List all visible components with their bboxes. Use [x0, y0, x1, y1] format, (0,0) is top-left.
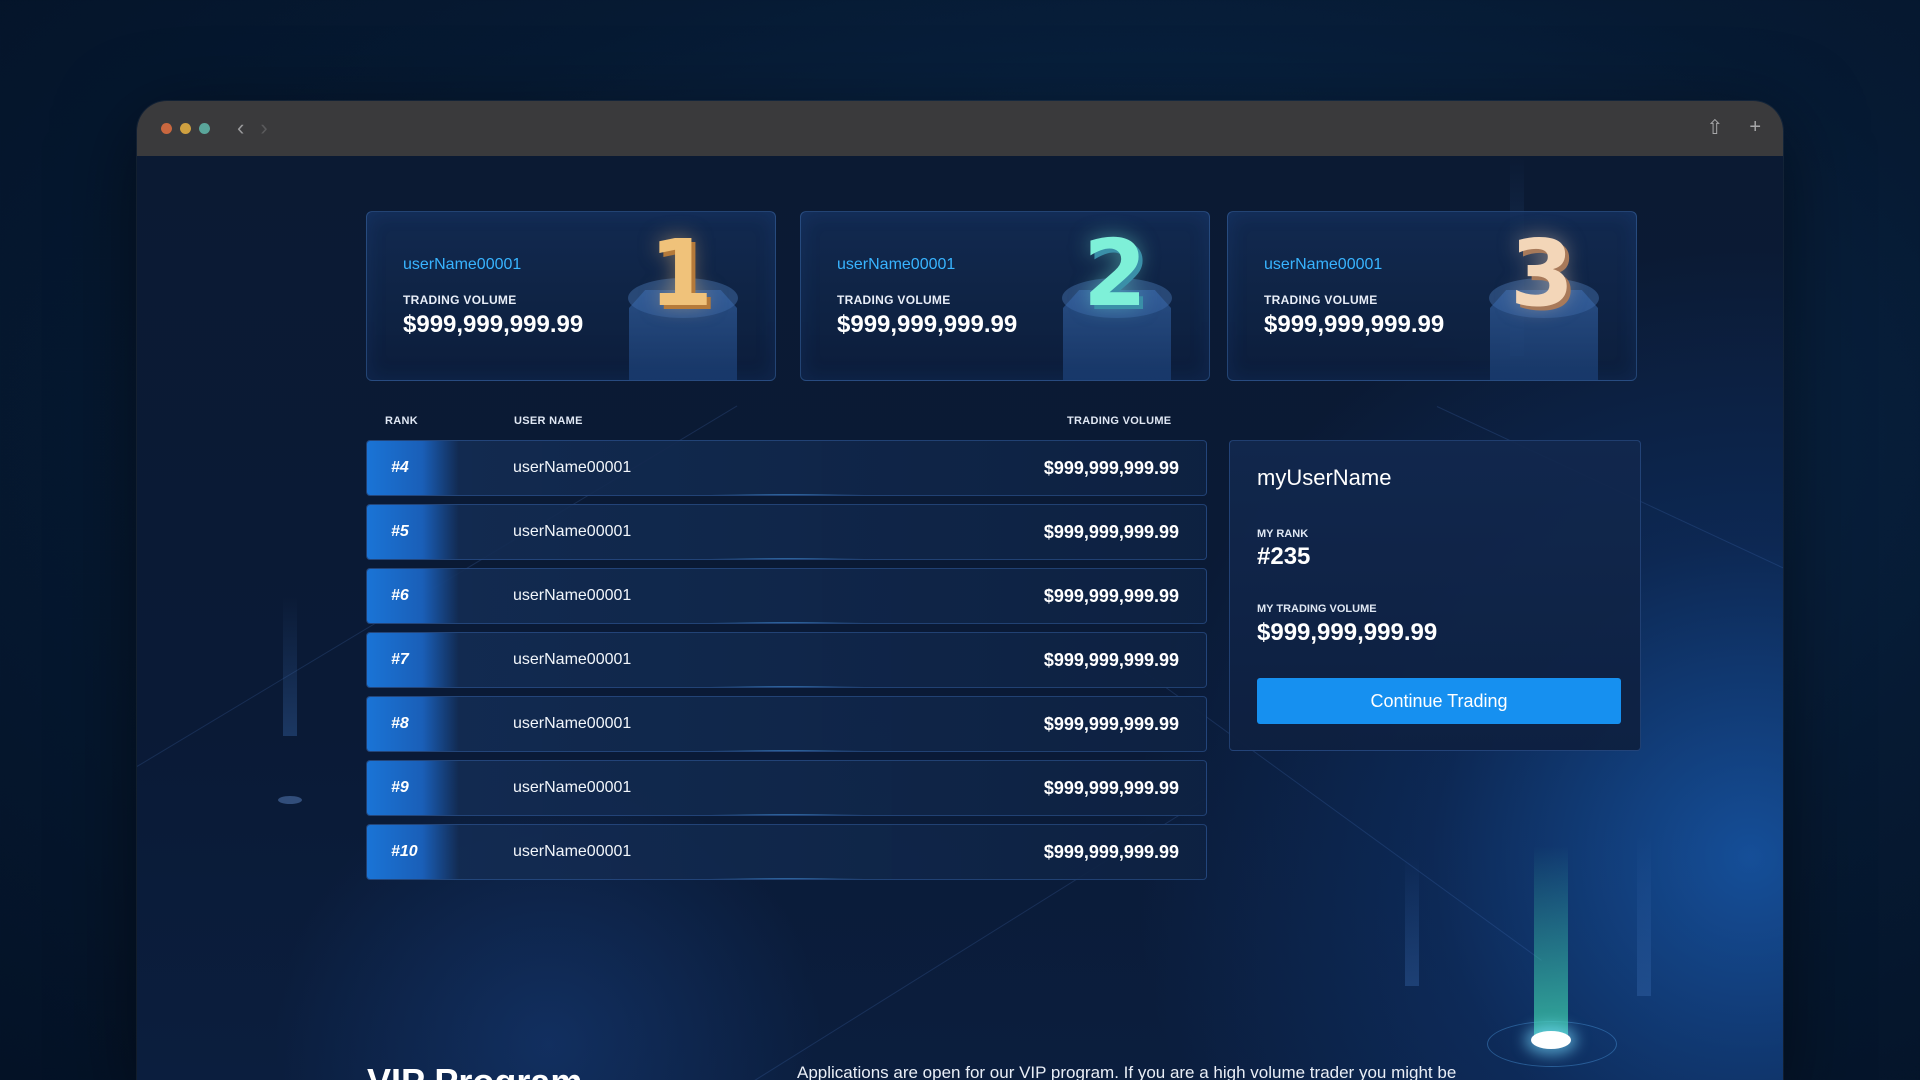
- spotlight: [1531, 1031, 1571, 1049]
- rank-cell: [367, 761, 459, 815]
- leaderboard-row[interactable]: #5 userName00001 $999,999,999.99: [366, 504, 1207, 560]
- leaderboard-row[interactable]: #9 userName00001 $999,999,999.99: [366, 760, 1207, 816]
- row-glow: [706, 814, 867, 815]
- column-header-username: USER NAME: [514, 415, 583, 427]
- forward-icon[interactable]: ›: [260, 116, 267, 140]
- podium-username[interactable]: userName00001: [837, 256, 955, 274]
- rank-cell: [367, 697, 459, 751]
- row-volume: $999,999,999.99: [1043, 586, 1179, 606]
- row-username: userName00001: [513, 779, 632, 796]
- leaderboard-row[interactable]: #7 userName00001 $999,999,999.99: [366, 632, 1207, 688]
- podium-card-2: 2 userName00001 TRADING VOLUME $999,999,…: [800, 211, 1210, 381]
- column-header-rank: RANK: [385, 415, 418, 427]
- spotlight-beam: [1534, 846, 1568, 1036]
- browser-window: ‹ › ⇧ + 1 userName00001 TRADING VOLUME $…: [137, 101, 1783, 1080]
- rank-value: #9: [391, 779, 409, 796]
- row-glow: [706, 686, 867, 687]
- rank-value: #4: [391, 459, 409, 476]
- light-beam: [1637, 836, 1651, 996]
- row-username: userName00001: [513, 843, 632, 860]
- row-username: userName00001: [513, 651, 632, 668]
- page-content: 1 userName00001 TRADING VOLUME $999,999,…: [137, 156, 1783, 1080]
- rank-cell: [367, 441, 459, 495]
- rank-1-numeral: 1: [648, 220, 713, 327]
- row-username: userName00001: [513, 523, 632, 540]
- my-rank-label: MY RANK: [1257, 528, 1309, 540]
- row-glow: [706, 622, 867, 623]
- my-volume-value: $999,999,999.99: [1257, 619, 1438, 646]
- row-username: userName00001: [513, 459, 632, 476]
- row-volume: $999,999,999.99: [1043, 650, 1179, 670]
- share-icon[interactable]: ⇧: [1707, 115, 1724, 140]
- podium-volume-value: $999,999,999.99: [837, 311, 1018, 338]
- rank-value: #8: [391, 715, 409, 732]
- rank-value: #7: [391, 651, 409, 668]
- row-glow: [706, 494, 867, 495]
- rank-cell: [367, 633, 459, 687]
- podium-volume-label: TRADING VOLUME: [403, 293, 517, 307]
- row-glow: [706, 878, 867, 879]
- podium-card-1: 1 userName00001 TRADING VOLUME $999,999,…: [366, 211, 776, 381]
- back-icon[interactable]: ‹: [237, 116, 244, 140]
- new-tab-icon[interactable]: +: [1749, 116, 1761, 139]
- vip-title: VIP Program: [367, 1061, 582, 1080]
- row-volume: $999,999,999.99: [1043, 842, 1179, 862]
- light-beam-base: [278, 796, 302, 804]
- row-volume: $999,999,999.99: [1043, 778, 1179, 798]
- rank-value: #5: [391, 523, 409, 540]
- rank-cell: [367, 505, 459, 559]
- row-glow: [706, 558, 867, 559]
- rank-value: #6: [391, 587, 409, 604]
- podium-username[interactable]: userName00001: [1264, 256, 1382, 274]
- maximize-window-button[interactable]: [199, 123, 210, 134]
- column-header-volume: TRADING VOLUME: [1067, 415, 1172, 427]
- vip-description: Applications are open for our VIP progra…: [797, 1063, 1457, 1080]
- title-bar: ‹ › ⇧ +: [137, 101, 1783, 156]
- my-volume-label: MY TRADING VOLUME: [1257, 603, 1377, 615]
- my-username: myUserName: [1257, 465, 1392, 490]
- row-volume: $999,999,999.99: [1043, 522, 1179, 542]
- podium-card-3: 3 userName00001 TRADING VOLUME $999,999,…: [1227, 211, 1637, 381]
- row-username: userName00001: [513, 715, 632, 732]
- close-window-button[interactable]: [161, 123, 172, 134]
- rank-value: #10: [391, 843, 418, 860]
- row-volume: $999,999,999.99: [1043, 458, 1179, 478]
- my-rank-value: #235: [1257, 543, 1311, 570]
- nav-arrows: ‹ ›: [237, 116, 268, 140]
- podium-username[interactable]: userName00001: [403, 256, 521, 274]
- leaderboard-row[interactable]: #10 userName00001 $999,999,999.99: [366, 824, 1207, 880]
- continue-trading-button[interactable]: Continue Trading: [1257, 678, 1621, 724]
- podium-volume-label: TRADING VOLUME: [837, 293, 951, 307]
- row-glow: [706, 750, 867, 751]
- my-stats-panel: myUserName MY RANK #235 MY TRADING VOLUM…: [1229, 440, 1641, 751]
- light-beam: [283, 596, 297, 736]
- podium-volume-label: TRADING VOLUME: [1264, 293, 1378, 307]
- row-username: userName00001: [513, 587, 632, 604]
- podium-volume-value: $999,999,999.99: [1264, 311, 1445, 338]
- leaderboard-row[interactable]: #6 userName00001 $999,999,999.99: [366, 568, 1207, 624]
- minimize-window-button[interactable]: [180, 123, 191, 134]
- leaderboard-row[interactable]: #8 userName00001 $999,999,999.99: [366, 696, 1207, 752]
- row-volume: $999,999,999.99: [1043, 714, 1179, 734]
- leaderboard-row[interactable]: #4 userName00001 $999,999,999.99: [366, 440, 1207, 496]
- rank-3-numeral: 3: [1509, 220, 1574, 327]
- rank-cell: [367, 569, 459, 623]
- window-controls: [161, 123, 210, 134]
- light-beam: [1405, 856, 1419, 986]
- toolbar-actions: ⇧ +: [1707, 115, 1761, 140]
- rank-2-numeral: 2: [1082, 220, 1147, 327]
- podium-volume-value: $999,999,999.99: [403, 311, 584, 338]
